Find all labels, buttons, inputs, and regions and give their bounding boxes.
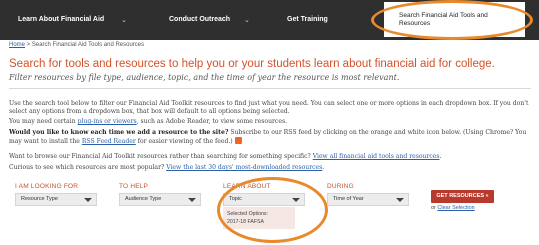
text: Curious to see which resources are most … xyxy=(9,164,167,171)
audience-type-select[interactable]: Audience Type xyxy=(119,193,201,206)
nav-learn-about-financial-aid[interactable]: Learn About Financial Aid xyxy=(18,0,104,40)
rss-icon[interactable] xyxy=(234,136,242,144)
caret-down-icon xyxy=(188,198,196,202)
chevron-down-icon[interactable]: ⌄ xyxy=(244,0,250,40)
breadcrumb-current: Search Financial Aid Tools and Resources xyxy=(31,42,145,48)
intro-paragraph-5: Curious to see which resources are most … xyxy=(9,164,534,172)
text: Want to browse our Financial Aid Toolkit… xyxy=(9,153,313,160)
text: for easier viewing of the feed.) xyxy=(135,137,235,145)
text: , such as Adobe Reader, to view some res… xyxy=(136,118,288,125)
intro-paragraph-1: Use the search tool below to filter our … xyxy=(9,100,529,115)
intro-paragraph-4: Want to browse our Financial Aid Toolkit… xyxy=(9,153,534,161)
select-value: Time of Year xyxy=(333,196,364,202)
clear-selection-link[interactable]: Clear Selection xyxy=(437,205,474,211)
breadcrumb-home-link[interactable]: Home xyxy=(9,42,25,48)
text: You may need certain xyxy=(9,118,78,125)
highlight-annotation-oval xyxy=(217,177,328,243)
caret-down-icon xyxy=(84,198,92,202)
resource-type-select[interactable]: Resource Type xyxy=(15,193,97,206)
highlight-annotation-oval xyxy=(371,0,533,40)
text: . xyxy=(439,153,442,160)
rss-feed-reader-link[interactable]: RSS Feed Reader xyxy=(82,138,136,145)
clear-selection-wrapper: or Clear Selection xyxy=(431,205,475,211)
plugins-link[interactable]: plug-ins or viewers xyxy=(78,118,137,125)
select-value: Resource Type xyxy=(21,196,58,202)
select-value: Audience Type xyxy=(125,196,162,202)
nav-conduct-outreach[interactable]: Conduct Outreach xyxy=(169,0,230,40)
time-of-year-select[interactable]: Time of Year xyxy=(327,193,409,206)
divider xyxy=(9,88,531,89)
filter-label-during: DURING xyxy=(327,183,354,190)
rss-prompt: Would you like to know each time we add … xyxy=(9,129,229,136)
breadcrumb: Home > Search Financial Aid Tools and Re… xyxy=(9,42,144,48)
page-title: Search for tools and resources to help y… xyxy=(9,58,495,70)
caret-down-icon xyxy=(396,198,404,202)
most-downloaded-link[interactable]: View the last 30 days' most-downloaded r… xyxy=(166,164,322,171)
chevron-down-icon[interactable]: ⌄ xyxy=(121,0,127,40)
filter-label-looking-for: I AM LOOKING FOR xyxy=(15,183,79,190)
breadcrumb-separator: > xyxy=(25,42,32,48)
intro-paragraph-2: You may need certain plug-ins or viewers… xyxy=(9,118,534,126)
intro-paragraph-3: Would you like to know each time we add … xyxy=(9,129,534,145)
nav-get-training[interactable]: Get Training xyxy=(287,0,328,40)
view-all-resources-link[interactable]: View all financial aid tools and resourc… xyxy=(313,153,440,160)
text: . xyxy=(322,164,325,171)
get-resources-button[interactable]: GET RESOURCES » xyxy=(431,190,494,203)
page-subtitle: Filter resources by file type, audience,… xyxy=(9,73,400,82)
filter-label-to-help: TO HELP xyxy=(119,183,149,190)
